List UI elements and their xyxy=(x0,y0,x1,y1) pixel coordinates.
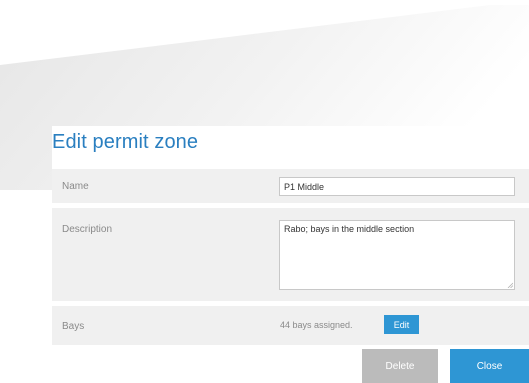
name-input[interactable] xyxy=(279,177,515,196)
description-textarea[interactable]: Rabo; bays in the middle section xyxy=(279,220,515,290)
dialog-title: Edit permit zone xyxy=(52,131,199,153)
name-row: Name xyxy=(52,169,529,203)
name-label: Name xyxy=(62,181,89,192)
bays-assigned-status: 44 bays assigned. xyxy=(280,320,353,330)
edit-permit-zone-dialog: Edit permit zone Name Description Rabo; … xyxy=(52,126,529,383)
delete-button[interactable]: Delete xyxy=(362,349,438,383)
bays-label: Bays xyxy=(62,321,85,332)
close-button[interactable]: Close xyxy=(450,349,529,383)
edit-bays-button[interactable]: Edit xyxy=(384,315,419,334)
description-row: Description Rabo; bays in the middle sec… xyxy=(52,208,529,301)
bays-row: Bays 44 bays assigned. Edit xyxy=(52,306,529,345)
description-label: Description xyxy=(62,224,113,235)
resize-grip-icon[interactable] xyxy=(507,282,513,288)
